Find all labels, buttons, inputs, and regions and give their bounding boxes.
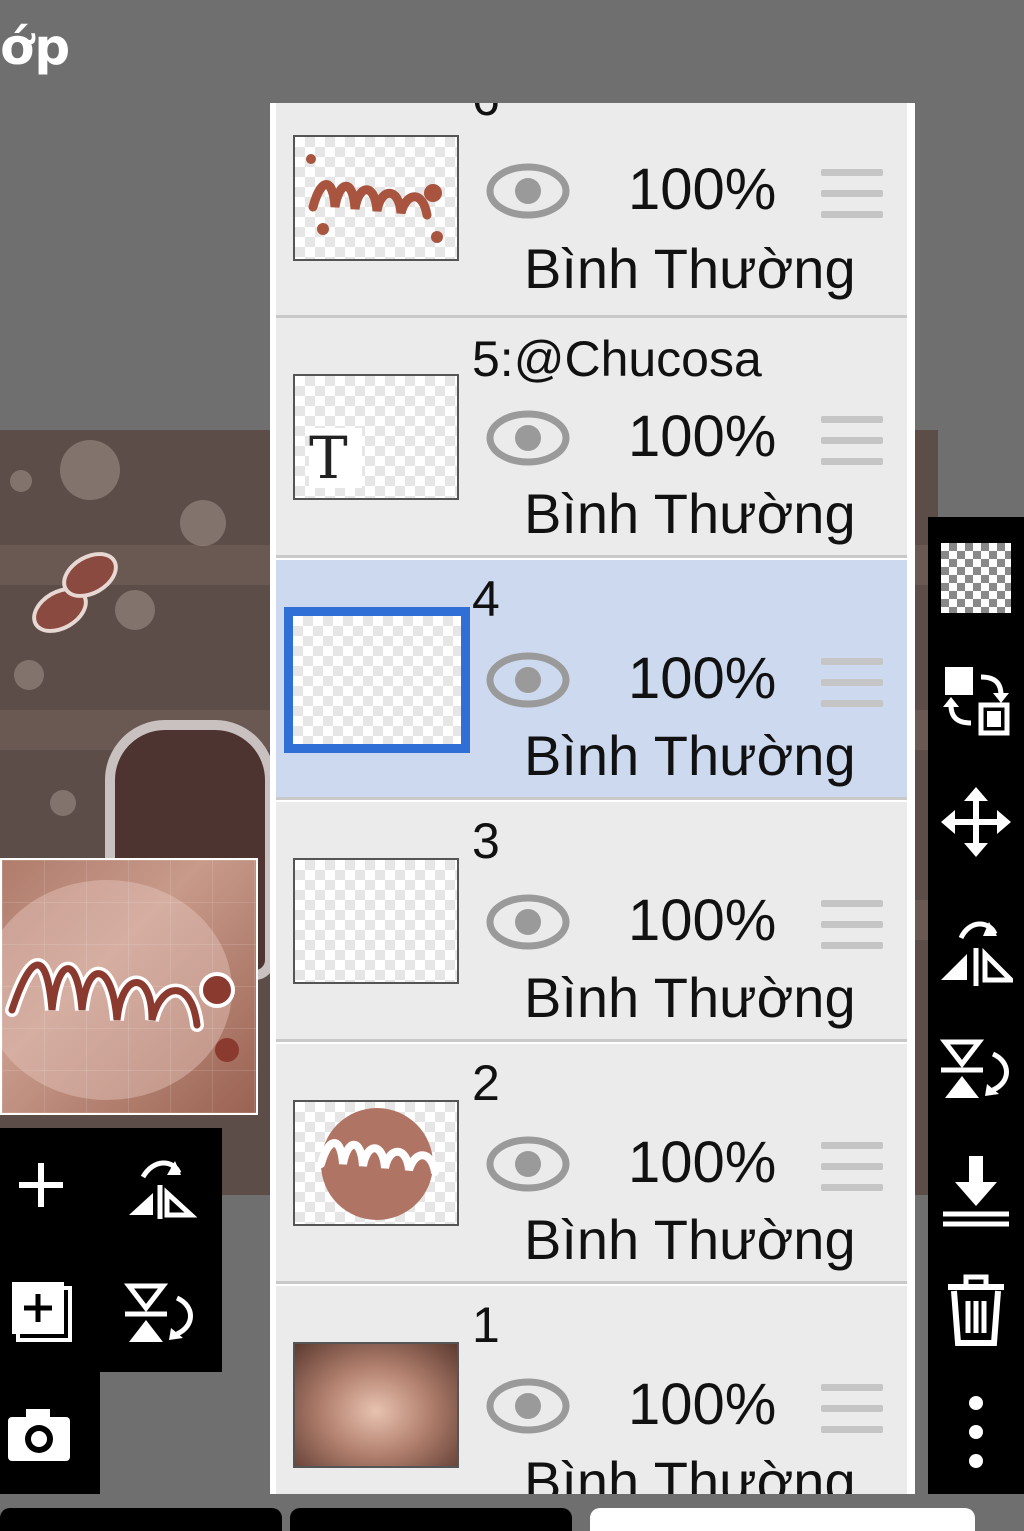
swap-layer-icon[interactable] bbox=[928, 645, 1024, 755]
camera-icon[interactable] bbox=[6, 1402, 72, 1468]
layer-thumbnail[interactable] bbox=[293, 135, 459, 261]
page-title: ớp bbox=[0, 18, 71, 76]
bottom-tab-middle[interactable] bbox=[290, 1508, 572, 1531]
left-toolbar bbox=[0, 1128, 222, 1372]
layer-thumbnail[interactable] bbox=[284, 607, 470, 753]
flip-horizontal-icon[interactable] bbox=[120, 1150, 200, 1226]
delete-icon[interactable] bbox=[928, 1255, 1024, 1365]
bottom-bar bbox=[0, 1494, 1024, 1531]
layer-blend-mode[interactable]: Bình Thường bbox=[524, 482, 856, 546]
rotate-flip-horizontal-icon[interactable] bbox=[928, 895, 1024, 1005]
layer-row-4[interactable]: 4 100% Bình Thường bbox=[276, 560, 907, 800]
layer-thumbnail[interactable]: T bbox=[293, 374, 459, 500]
add-layer-icon[interactable] bbox=[6, 1150, 76, 1220]
layer-thumbnail[interactable] bbox=[293, 1100, 459, 1226]
transparency-icon[interactable] bbox=[928, 523, 1024, 633]
canvas-preview[interactable] bbox=[0, 858, 258, 1115]
rotate-flip-vertical-icon[interactable] bbox=[928, 1015, 1024, 1125]
left-toolbar-secondary bbox=[0, 1372, 100, 1494]
merge-down-icon[interactable] bbox=[928, 1135, 1024, 1245]
layer-name: 2 bbox=[472, 1055, 500, 1111]
layer-row-5[interactable]: 5:@Chucosa T 100% Bình Thường bbox=[276, 318, 907, 558]
layer-opacity: 100% bbox=[628, 888, 777, 953]
layer-opacity: 100% bbox=[628, 1130, 777, 1195]
layer-name: 6 bbox=[472, 103, 500, 127]
layer-thumbnail[interactable] bbox=[293, 1342, 459, 1468]
flip-vertical-icon[interactable] bbox=[120, 1276, 200, 1352]
layer-name: 3 bbox=[472, 813, 500, 869]
layers-panel: 6 100% Bình Thường 5:@Chucosa T 100% Bìn… bbox=[270, 103, 915, 1494]
visibility-eye-icon[interactable] bbox=[486, 410, 570, 466]
bottom-tab-left[interactable] bbox=[0, 1508, 282, 1531]
layer-blend-mode[interactable]: Bình Thường bbox=[524, 724, 856, 788]
layer-row-1[interactable]: 1 100% Bình Thường bbox=[276, 1286, 907, 1494]
layer-opacity: 100% bbox=[628, 646, 777, 711]
layer-name: 4 bbox=[472, 571, 500, 627]
drag-handle-icon[interactable] bbox=[821, 658, 883, 712]
visibility-eye-icon[interactable] bbox=[486, 652, 570, 708]
text-layer-icon: T bbox=[309, 428, 362, 488]
layer-row-3[interactable]: 3 100% Bình Thường bbox=[276, 802, 907, 1042]
visibility-eye-icon[interactable] bbox=[486, 1378, 570, 1434]
drag-handle-icon[interactable] bbox=[821, 1384, 883, 1438]
visibility-eye-icon[interactable] bbox=[486, 163, 570, 219]
bottom-tab-right[interactable] bbox=[590, 1508, 975, 1531]
layer-name: 1 bbox=[472, 1297, 500, 1353]
more-icon[interactable] bbox=[928, 1377, 1024, 1487]
visibility-eye-icon[interactable] bbox=[486, 894, 570, 950]
layer-blend-mode[interactable]: Bình Thường bbox=[524, 1208, 856, 1272]
visibility-eye-icon[interactable] bbox=[486, 1136, 570, 1192]
layer-opacity: 100% bbox=[628, 404, 777, 469]
layer-row-6[interactable]: 6 100% Bình Thường bbox=[276, 103, 907, 318]
layer-blend-mode[interactable]: Bình Thường bbox=[524, 966, 856, 1030]
add-layer-copy-icon[interactable] bbox=[6, 1276, 76, 1346]
layer-blend-mode[interactable]: Bình Thường bbox=[524, 1450, 856, 1494]
drag-handle-icon[interactable] bbox=[821, 416, 883, 470]
layer-opacity: 100% bbox=[628, 157, 777, 222]
right-toolbar bbox=[928, 517, 1024, 1494]
drag-handle-icon[interactable] bbox=[821, 169, 883, 223]
layer-opacity: 100% bbox=[628, 1372, 777, 1437]
drag-handle-icon[interactable] bbox=[821, 1142, 883, 1196]
layer-blend-mode[interactable]: Bình Thường bbox=[524, 237, 856, 301]
move-icon[interactable] bbox=[928, 767, 1024, 877]
layer-row-2[interactable]: 2 100% Bình Thường bbox=[276, 1044, 907, 1284]
layer-thumbnail[interactable] bbox=[293, 858, 459, 984]
drag-handle-icon[interactable] bbox=[821, 900, 883, 954]
layer-name: 5:@Chucosa bbox=[472, 331, 762, 387]
